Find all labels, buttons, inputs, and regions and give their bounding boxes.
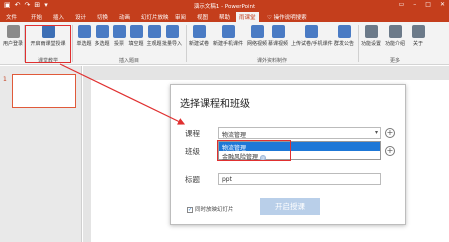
- tab-file[interactable]: 文件: [3, 12, 21, 22]
- tab-insert[interactable]: 插入: [50, 12, 67, 22]
- info-icon: [388, 25, 402, 38]
- about-icon: [411, 25, 425, 38]
- tab-home[interactable]: 开始: [28, 12, 45, 22]
- dialog-title: 选择课程和班级: [180, 99, 250, 110]
- course-select[interactable]: 物流管理 ▾: [218, 127, 381, 139]
- sync-slideshow-checkbox[interactable]: ✓ 同时放映幻灯片: [187, 205, 234, 213]
- subjective-label: 主观题: [146, 41, 162, 47]
- minimize-icon[interactable]: –: [413, 1, 416, 8]
- slide-number: 1: [3, 76, 7, 83]
- class-label: 班级: [185, 147, 200, 156]
- title-bar: ▣ ↶ ↷ ⊞ ▾ 演示文稿1 - PowerPoint ▭ – □ ✕: [0, 0, 449, 11]
- about-label: 关于: [412, 41, 423, 47]
- tab-review[interactable]: 审阅: [172, 12, 189, 22]
- batch-import-label: 批量导入: [161, 41, 182, 47]
- document-title: 演示文稿1 - PowerPoint: [193, 4, 256, 10]
- user-login-label: 用户登录: [2, 41, 23, 47]
- gear-icon: [364, 25, 378, 38]
- new-mobile-label: 新建手机课件: [213, 41, 244, 47]
- fill-blank-icon: [129, 25, 143, 38]
- tab-transitions[interactable]: 切换: [94, 12, 111, 22]
- upload-button[interactable]: 上传试卷/手机课件: [291, 25, 333, 47]
- title-input[interactable]: ppt: [218, 173, 381, 185]
- close-icon[interactable]: ✕: [440, 1, 445, 8]
- single-choice-label: 单选题: [76, 41, 92, 47]
- separator: [186, 25, 187, 62]
- tab-view[interactable]: 视图: [194, 12, 211, 22]
- mooc-video-label: 慕课视频: [267, 41, 288, 47]
- course-value: 物流管理: [222, 132, 247, 139]
- multi-choice-icon: [95, 25, 109, 38]
- new-quiz-button[interactable]: 新建试卷: [188, 25, 210, 47]
- upload-icon: [304, 25, 318, 38]
- vote-icon: [112, 25, 126, 38]
- announce-label: 群发公告: [333, 41, 354, 47]
- separator: [358, 25, 359, 62]
- group-label-questions: 插入题目: [118, 58, 139, 64]
- tell-me-search[interactable]: ♡ 操作说明搜索: [264, 12, 310, 22]
- dropdown-highlight: [217, 140, 291, 161]
- course-label: 课程: [185, 129, 200, 138]
- web-video-button[interactable]: 网络视频: [246, 25, 268, 47]
- group-label-materials: 课外资料制作: [256, 58, 287, 64]
- feature-intro-button[interactable]: 功能介绍: [384, 25, 406, 47]
- group-label-more: 更多: [389, 58, 400, 64]
- tab-animations[interactable]: 动画: [116, 12, 133, 22]
- title-value: ppt: [222, 176, 232, 183]
- web-video-label: 网络视频: [246, 41, 267, 47]
- settings-label: 功能设置: [360, 41, 381, 47]
- add-course-icon[interactable]: +: [385, 128, 395, 138]
- start-teaching-button[interactable]: 开启授课: [260, 198, 320, 215]
- upload-label: 上传试卷/手机课件: [291, 41, 333, 47]
- web-video-icon: [250, 25, 264, 38]
- ribbon-tabs: 文件 开始 插入 设计 切换 动画 幻灯片放映 审阅 视图 帮助 雨课堂 ♡ 操…: [0, 11, 449, 22]
- title-label: 标题: [185, 175, 200, 184]
- avatar: [6, 25, 20, 38]
- tab-slideshow[interactable]: 幻灯片放映: [138, 12, 172, 22]
- slide-thumbnail[interactable]: [12, 74, 76, 108]
- sync-slideshow-label: 同时放映幻灯片: [195, 207, 234, 213]
- new-mobile-courseware-button[interactable]: 新建手机课件: [213, 25, 243, 47]
- group-announce-button[interactable]: 群发公告: [333, 25, 355, 47]
- new-quiz-label: 新建试卷: [188, 41, 209, 47]
- add-class-icon[interactable]: +: [385, 146, 395, 156]
- user-login-button[interactable]: 用户登录: [2, 25, 24, 47]
- import-icon: [165, 25, 179, 38]
- single-choice-icon: [77, 25, 91, 38]
- checkmark-icon: ✓: [187, 206, 193, 213]
- mooc-video-button[interactable]: 慕课视频: [267, 25, 289, 47]
- chevron-down-icon: ▾: [374, 129, 378, 136]
- feature-intro-label: 功能介绍: [384, 41, 405, 47]
- about-button[interactable]: 关于: [407, 25, 429, 47]
- window-controls: ▭ – □ ✕: [399, 1, 445, 8]
- maximize-icon[interactable]: □: [425, 1, 431, 8]
- mooc-video-icon: [271, 25, 285, 38]
- select-course-dialog: 选择课程和班级 课程 物流管理 ▾ + 班级 + 物流管理 金融风险管理 @ 标题…: [170, 84, 406, 225]
- tab-help[interactable]: 帮助: [216, 12, 233, 22]
- ribbon-display-icon[interactable]: ▭: [399, 1, 405, 8]
- subjective-icon: [147, 25, 161, 38]
- announce-icon: [337, 25, 351, 38]
- start-class-highlight: [25, 25, 71, 63]
- batch-import-button[interactable]: 批量导入: [161, 25, 183, 47]
- new-quiz-icon: [192, 25, 206, 38]
- slide-thumbnail-pane: 1: [0, 66, 82, 242]
- vote-label: 投票: [113, 41, 124, 47]
- tab-design[interactable]: 设计: [72, 12, 89, 22]
- tab-yuketang[interactable]: 雨课堂: [236, 12, 259, 22]
- settings-button[interactable]: 功能设置: [360, 25, 382, 47]
- fill-blank-label: 填空题: [128, 41, 144, 47]
- mobile-icon: [221, 25, 235, 38]
